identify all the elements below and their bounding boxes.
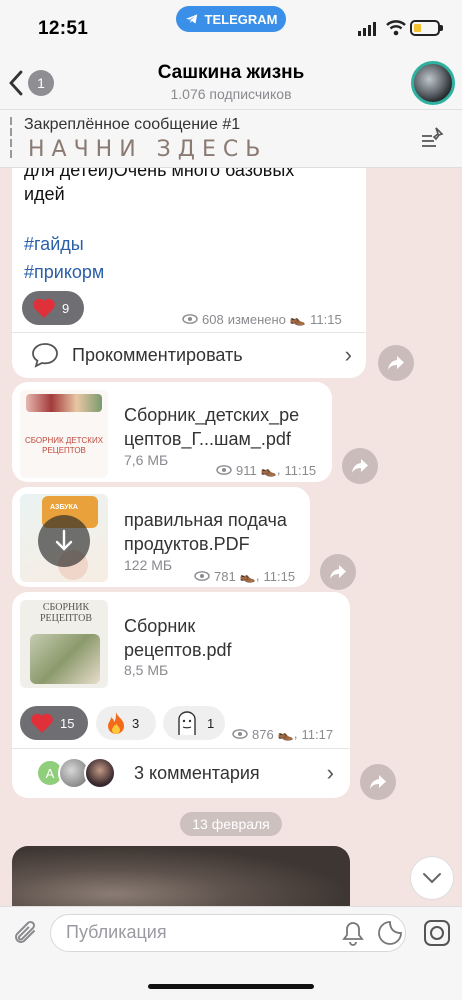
status-time: 12:51: [38, 18, 89, 39]
author-emoji-icon: 👞: [289, 311, 307, 326]
channel-title[interactable]: Сашкина жизнь: [100, 62, 362, 84]
message-meta: 781 👞, 11:15: [194, 568, 295, 584]
author-emoji-icon: 👞,: [260, 462, 281, 477]
author-emoji-icon: 👞,: [277, 726, 298, 741]
sticker-icon: [178, 711, 196, 735]
chevron-left-icon: [9, 70, 23, 96]
file-name-line: цептов_Г...шам_.pdf: [124, 429, 291, 449]
file-name[interactable]: Сборник_детских_ре цептов_Г...шам_.pdf: [124, 403, 299, 451]
comments-label: 3 комментария: [134, 762, 260, 783]
file-name-line: продуктов.PDF: [124, 534, 250, 554]
file-thumbnail[interactable]: СБОРНИК РЕЦЕПТОВ: [20, 600, 108, 688]
chevron-down-icon: [423, 873, 441, 884]
eye-icon: [194, 571, 210, 581]
hashtag-link[interactable]: #прикорм: [24, 260, 104, 284]
pinned-list-icon[interactable]: [418, 126, 444, 148]
thumbnail-caption: СБОРНИК РЕЦЕПТОВ: [39, 602, 93, 624]
chevron-right-icon: ›: [344, 342, 352, 367]
file-size: 8,5 МБ: [124, 662, 169, 678]
reaction-fire[interactable]: 3: [96, 706, 156, 740]
message-time: 11:15: [310, 311, 342, 327]
message-meta: 608 изменено 👞 11:15: [182, 311, 342, 327]
message-meta: 876 👞, 11:17: [232, 726, 333, 742]
share-button[interactable]: [378, 345, 414, 381]
thumbnail-caption: АЗБУКА: [50, 504, 78, 511]
share-arrow-icon: [330, 565, 346, 579]
telegram-pill[interactable]: TELEGRAM: [176, 6, 286, 32]
sticker-emoji-icon[interactable]: [377, 920, 403, 946]
battery-icon: [410, 20, 443, 36]
back-button[interactable]: 1: [8, 68, 56, 98]
file-name[interactable]: Сборник рецептов.pdf: [124, 614, 232, 662]
comment-bubble-icon: [32, 343, 58, 368]
reaction-heart[interactable]: 9: [22, 291, 84, 325]
instant-camera-icon[interactable]: [423, 919, 451, 947]
pinned-label: Закреплённое сообщение #1: [24, 116, 241, 133]
reaction-count: 1: [207, 715, 215, 731]
file-name-line: рецептов.pdf: [124, 640, 232, 660]
share-arrow-icon: [370, 775, 386, 789]
attach-icon[interactable]: [12, 918, 40, 948]
eye-icon: [216, 465, 232, 475]
heart-icon: [33, 298, 55, 318]
channel-avatar[interactable]: [411, 61, 455, 105]
author-emoji-icon: 👞,: [239, 568, 260, 583]
heart-icon: [31, 713, 53, 733]
comments-button[interactable]: А 3 комментария ›: [12, 749, 350, 797]
signal-icon: [358, 22, 376, 36]
view-count: 911: [236, 462, 257, 478]
telegram-pill-label: TELEGRAM: [204, 11, 278, 27]
bell-icon[interactable]: [341, 920, 365, 946]
reaction-count: 15: [60, 715, 75, 731]
reaction-sticker[interactable]: 1: [163, 706, 225, 740]
message-time: 11:15: [263, 568, 296, 584]
share-button[interactable]: [342, 448, 378, 484]
eye-icon: [232, 729, 248, 739]
share-button[interactable]: [360, 764, 396, 800]
file-name-line: Сборник: [124, 616, 196, 636]
scroll-down-button[interactable]: [410, 856, 454, 900]
pinned-indicator: [10, 117, 12, 161]
fire-icon: [108, 712, 124, 734]
wifi-icon: [386, 20, 406, 36]
eye-icon: [182, 314, 198, 324]
thumbnail-caption: СБОРНИК ДЕТСКИХ РЕЦЕПТОВ: [24, 436, 104, 455]
chevron-right-icon: ›: [326, 760, 334, 785]
message-time: 11:17: [301, 726, 334, 742]
file-name-line: Сборник_детских_ре: [124, 405, 300, 425]
message-text: идей: [24, 184, 65, 204]
reaction-count: 9: [62, 300, 70, 316]
comment-button[interactable]: Прокомментировать ›: [12, 333, 366, 377]
share-arrow-icon: [352, 459, 368, 473]
telegram-icon: [185, 14, 197, 24]
date-separator: 13 февраля: [180, 812, 282, 836]
file-name-line: правильная подача: [124, 510, 287, 530]
home-indicator: [148, 984, 314, 989]
share-arrow-icon: [388, 356, 404, 370]
message-input-placeholder: Публикация: [66, 922, 167, 942]
message-time: 11:15: [284, 462, 317, 478]
commenter-avatars: А: [24, 753, 124, 793]
unread-badge: 1: [28, 70, 54, 96]
subscriber-count: 1.076 подписчиков: [170, 86, 292, 102]
view-count: 781: [214, 568, 236, 584]
file-thumbnail[interactable]: СБОРНИК ДЕТСКИХ РЕЦЕПТОВ: [20, 390, 108, 478]
file-name[interactable]: правильная подача продуктов.PDF: [124, 508, 287, 556]
message-meta: 911 👞, 11:15: [216, 462, 316, 478]
comment-label: Прокомментировать: [72, 344, 243, 365]
hashtag-link[interactable]: #гайды: [24, 232, 84, 256]
view-count: 608: [202, 311, 224, 327]
edited-label: изменено: [227, 311, 286, 327]
pinned-text: НАЧНИ ЗДЕСЬ: [28, 137, 268, 162]
view-count: 876: [252, 726, 274, 742]
file-size: 7,6 МБ: [124, 452, 169, 468]
download-button[interactable]: [38, 515, 90, 567]
reaction-count: 3: [132, 715, 140, 731]
share-button[interactable]: [320, 554, 356, 590]
commenter-avatar: [84, 757, 116, 789]
reaction-heart[interactable]: 15: [20, 706, 88, 740]
file-size: 122 МБ: [124, 557, 173, 573]
download-arrow-icon: [55, 529, 73, 551]
